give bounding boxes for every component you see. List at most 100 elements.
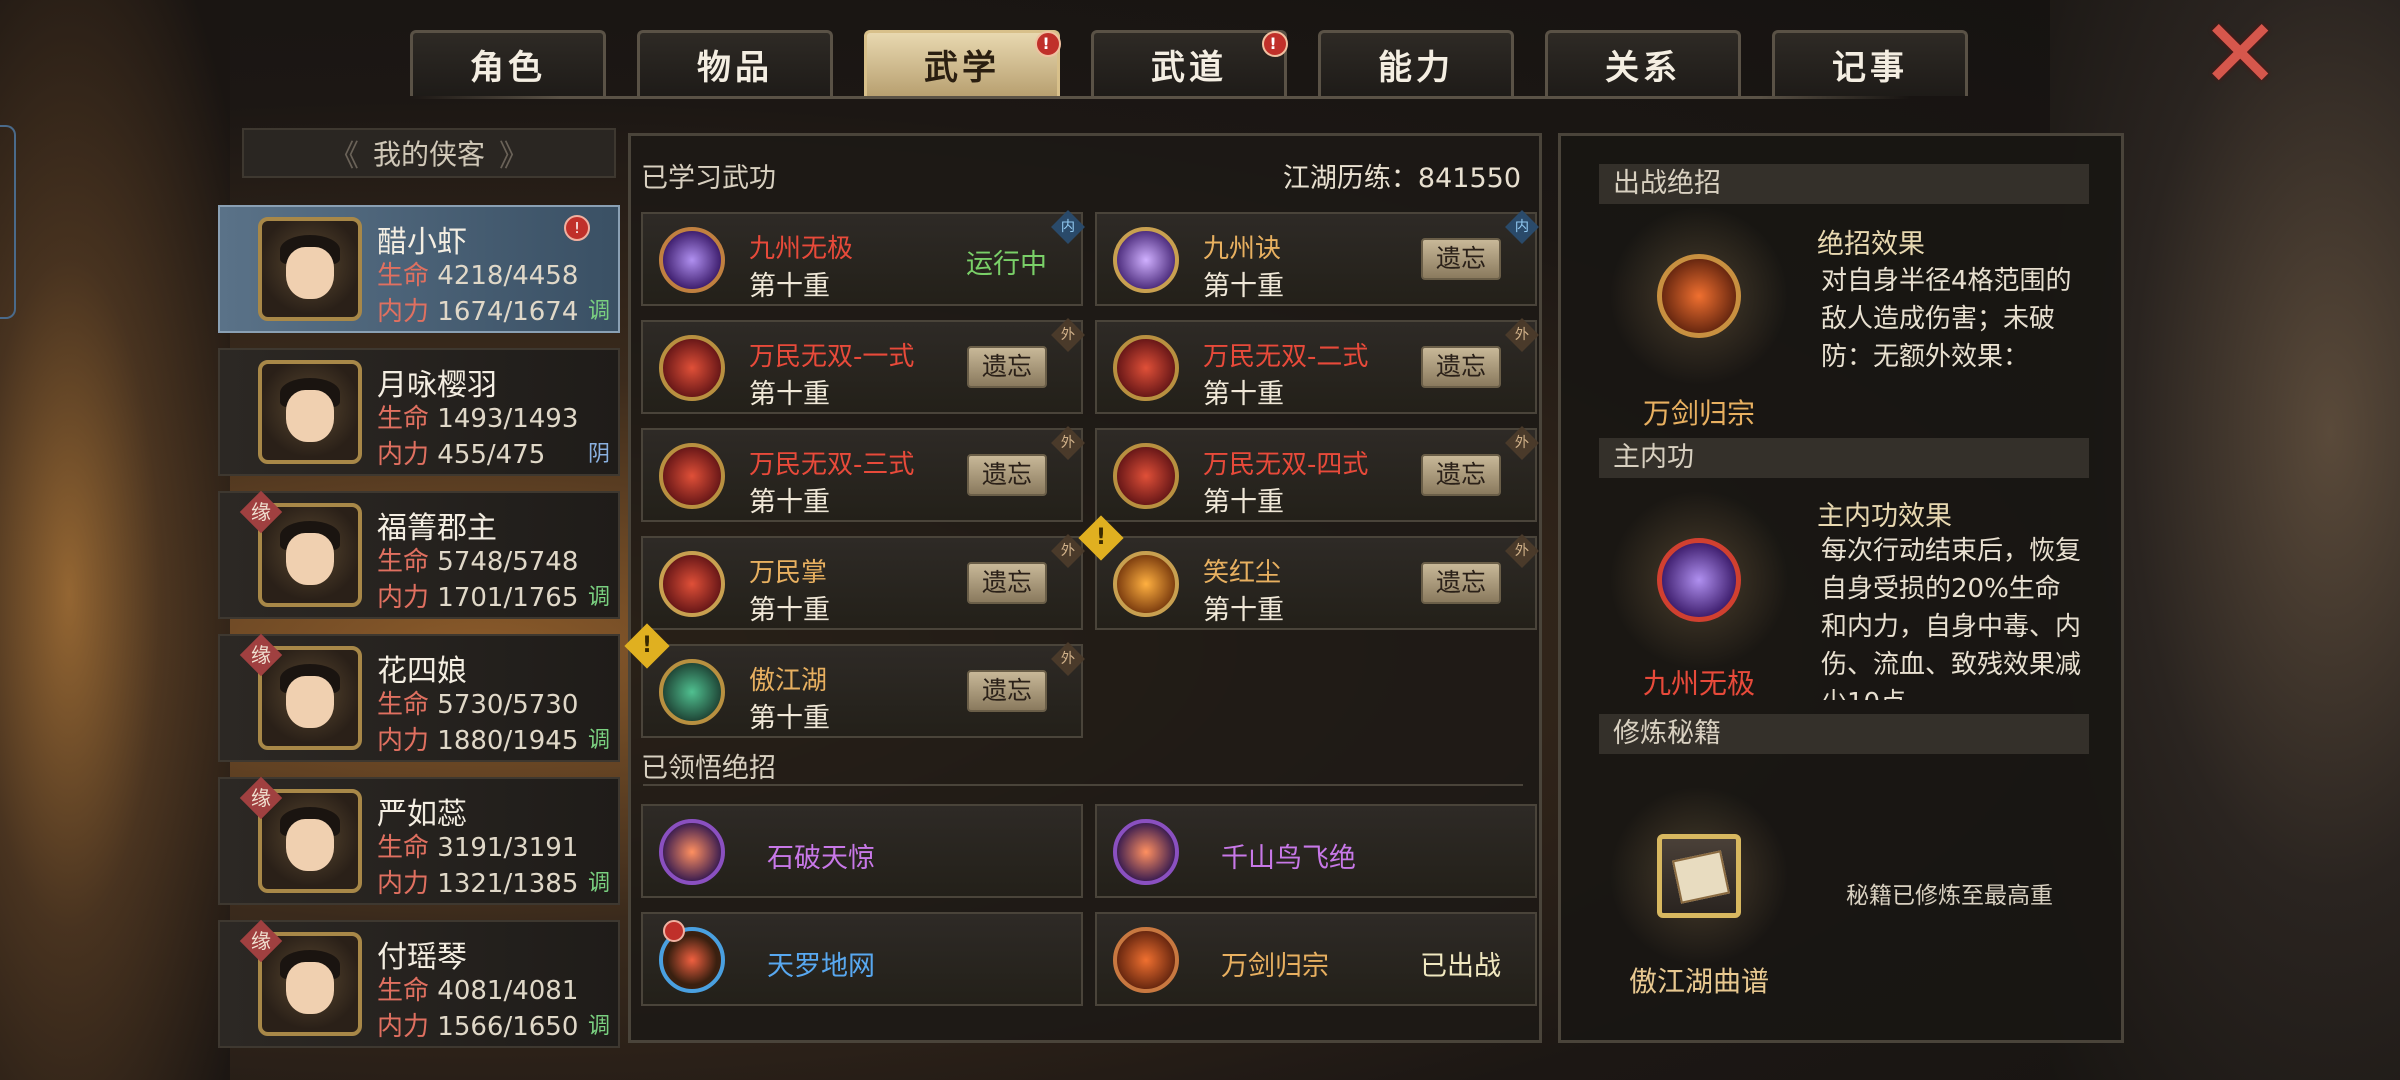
tab-martial-way[interactable]: 武道!: [1091, 30, 1288, 96]
ultimate-name: 千山鸟飞绝: [1221, 843, 1356, 874]
battle-ultimate-name: 万剑归宗: [1642, 397, 1755, 430]
skill-name: 笑红尘: [1203, 558, 1282, 588]
mp-value: 455/475: [437, 440, 546, 470]
hero-tag: 调: [587, 585, 610, 610]
ultimate-icon: [659, 819, 725, 885]
skill-icon: [1113, 335, 1179, 401]
hero-card[interactable]: 缘 福箐郡主 生命 5748/5748 内力 1701/1765 调: [218, 490, 620, 619]
skill-level: 第十重: [1203, 487, 1284, 518]
hero-tag: 阴: [587, 442, 610, 467]
hero-card[interactable]: 缘 付瑶琴 生命 4081/4081 内力 1566/1650 调: [218, 919, 620, 1048]
ultimate-icon: [1113, 927, 1179, 993]
skill-type-badge: 外: [1051, 642, 1085, 676]
hero-tag: 调: [587, 1014, 610, 1039]
mp-label: 内力: [377, 869, 430, 899]
ultimate-card[interactable]: 万剑归宗 已出战: [1095, 912, 1537, 1006]
skill-running-status: 运行中: [966, 249, 1047, 280]
tab-label: 记事: [1832, 48, 1908, 88]
tab-label: 武学: [924, 48, 1000, 88]
avatar-face: [286, 676, 334, 728]
skill-type-badge: 外: [1051, 426, 1085, 460]
tab-martial-arts[interactable]: 武学!: [864, 30, 1061, 96]
hp-label: 生命: [377, 833, 430, 863]
skill-type-label: 外: [1060, 650, 1076, 667]
skill-card[interactable]: 九州无极 第十重 运行中 内: [641, 210, 1085, 306]
bond-badge-label: 缘: [251, 500, 271, 524]
tab-abilities[interactable]: 能力: [1318, 30, 1514, 96]
skill-card[interactable]: 万民掌 第十重 遗忘 外: [641, 534, 1085, 630]
tab-divider: [410, 96, 1910, 99]
alert-icon: !: [1035, 31, 1061, 57]
bond-badge: 缘: [239, 633, 283, 677]
skill-card[interactable]: 万民无双-一式 第十重 遗忘 外: [641, 318, 1085, 414]
skill-level: 第十重: [749, 487, 830, 518]
ultimate-card[interactable]: 千山鸟飞绝: [1095, 804, 1537, 898]
hero-card[interactable]: 醋小虾 ! 生命 4218/4458 内力 1674/1674 调: [218, 205, 620, 333]
manual-slot[interactable]: [1609, 786, 1789, 966]
tab-journal[interactable]: 记事: [1772, 30, 1968, 96]
hero-mp: 内力 1674/1674: [377, 291, 578, 328]
hero-card[interactable]: 月咏樱羽 生命 1493/1493 内力 455/475 阴: [218, 348, 620, 476]
ultimate-card[interactable]: 石破天惊: [641, 804, 1083, 898]
skill-card[interactable]: 九州诀 第十重 遗忘 内: [1095, 210, 1539, 306]
forget-button[interactable]: 遗忘: [967, 562, 1047, 604]
hp-label: 生命: [377, 547, 430, 577]
warning-icon: !: [1078, 515, 1124, 561]
skill-name: 傲江湖: [749, 666, 828, 696]
skill-icon: [659, 227, 725, 293]
tab-relations[interactable]: 关系: [1545, 30, 1741, 96]
hero-mp: 内力 455/475: [377, 434, 545, 471]
skills-panel: 已学习武功 江湖历练：841550 九州无极 第十重 运行中 内 九州诀 第十重…: [624, 133, 1542, 1043]
battle-ultimate-slot[interactable]: [1609, 206, 1789, 386]
skill-type-badge: 外: [1505, 318, 1539, 352]
tab-character[interactable]: 角色: [410, 30, 606, 96]
skill-icon: [659, 443, 725, 509]
hero-card[interactable]: 缘 花四娘 生命 5730/5730 内力 1880/1945 调: [218, 633, 620, 762]
side-drawer-handle[interactable]: [0, 125, 16, 319]
forget-button[interactable]: 遗忘: [1421, 562, 1501, 604]
skill-type-label: 外: [1514, 542, 1530, 559]
hero-mp: 内力 1566/1650: [377, 1006, 578, 1043]
hp-label: 生命: [377, 261, 430, 291]
close-icon[interactable]: ✕: [2200, 6, 2280, 102]
chevron-right-icon[interactable]: 》: [499, 131, 529, 175]
internal-effect-desc: 每次行动结束后，恢复自身受损的20%生命和内力，自身中毒、内伤、流血、致残效果减…: [1821, 536, 2082, 700]
skill-card[interactable]: ! 笑红尘 第十重 遗忘 外: [1078, 515, 1539, 630]
hp-value: 4218/4458: [437, 261, 579, 291]
ultimate-name: 石破天惊: [767, 843, 875, 874]
skill-card[interactable]: 万民无双-二式 第十重 遗忘 外: [1095, 318, 1539, 414]
hero-list-header: 《 我的侠客 》: [242, 128, 616, 178]
hp-value: 5748/5748: [437, 547, 579, 577]
forget-button[interactable]: 遗忘: [967, 670, 1047, 712]
top-tab-bar: 角色 物品 武学! 武道! 能力 关系 记事: [410, 30, 1968, 96]
ultimate-effect-title: 绝招效果: [1817, 229, 1925, 260]
main-internal-slot[interactable]: [1609, 490, 1789, 670]
forget-button[interactable]: 遗忘: [1421, 238, 1501, 280]
mp-label: 内力: [377, 297, 430, 327]
internal-effect-title: 主内功效果: [1817, 501, 1952, 532]
skill-level: 第十重: [1203, 379, 1284, 410]
skill-icon: [1113, 551, 1179, 617]
hero-hp: 生命 5730/5730: [377, 684, 578, 721]
bond-badge-label: 缘: [251, 929, 271, 953]
skill-level: 第十重: [749, 595, 830, 626]
skill-card[interactable]: ! 傲江湖 第十重 遗忘 外: [624, 623, 1085, 738]
skill-name: 九州诀: [1203, 234, 1282, 264]
forget-button[interactable]: 遗忘: [1421, 454, 1501, 496]
ultimate-card[interactable]: 天罗地网: [641, 912, 1083, 1006]
mp-value: 1321/1385: [437, 869, 579, 899]
skill-card[interactable]: 万民无双-四式 第十重 遗忘 外: [1095, 426, 1539, 522]
chevron-left-icon[interactable]: 《: [329, 131, 359, 175]
forget-button[interactable]: 遗忘: [967, 454, 1047, 496]
forget-button[interactable]: 遗忘: [967, 346, 1047, 388]
hero-hp: 生命 4218/4458: [377, 255, 578, 292]
tab-label: 能力: [1378, 48, 1454, 88]
forget-button[interactable]: 遗忘: [1421, 346, 1501, 388]
skill-card[interactable]: 万民无双-三式 第十重 遗忘 外: [641, 426, 1085, 522]
detail-panel: 出战绝招 万剑归宗 绝招效果 对自身半径4格范围的敌人造成伤害；未破防：无额外效…: [1558, 133, 2124, 1043]
ultimate-icon: [1113, 819, 1179, 885]
tab-items[interactable]: 物品: [637, 30, 833, 96]
hero-card[interactable]: 缘 严如蕊 生命 3191/3191 内力 1321/1385 调: [218, 776, 620, 905]
bond-badge: 缘: [239, 490, 283, 534]
bond-badge: 缘: [239, 919, 283, 963]
